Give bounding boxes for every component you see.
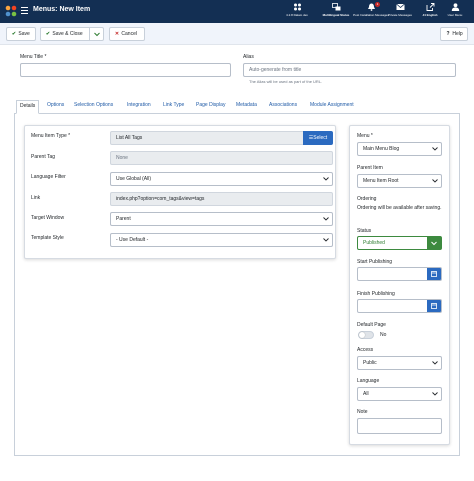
notification-badge: 1 xyxy=(375,2,380,7)
user-icon xyxy=(451,3,459,11)
header-item-user[interactable]: User Menu xyxy=(436,3,474,21)
select-button[interactable]: ☰Select xyxy=(303,131,333,145)
template-style-label: Template Style xyxy=(31,235,64,241)
ordering-text: Ordering will be available after saving. xyxy=(357,205,442,211)
chevron-down-icon xyxy=(427,237,441,249)
tab-bar: Details Options Selection Options Integr… xyxy=(14,100,460,114)
close-icon: ✕ xyxy=(114,31,120,37)
target-window-label: Target Window xyxy=(31,215,65,221)
chevron-down-icon xyxy=(432,357,438,369)
external-link-icon xyxy=(426,3,434,11)
tab-integration[interactable]: Integration xyxy=(127,102,151,108)
save-dropdown-toggle[interactable] xyxy=(89,28,103,40)
language-select[interactable]: All xyxy=(357,387,442,401)
menu-toggle-icon[interactable] xyxy=(21,7,28,14)
finish-publishing-input[interactable] xyxy=(357,299,442,313)
menu-title-input[interactable] xyxy=(20,63,231,77)
joomla-logo-icon[interactable] xyxy=(4,4,18,18)
save-close-button[interactable]: ✔ Save & Close xyxy=(40,27,104,41)
link-label: Link xyxy=(31,195,41,201)
language-filter-select[interactable]: Use Global (All) xyxy=(110,172,333,186)
calendar-icon[interactable] xyxy=(427,300,441,312)
menu-item-type-field: List All Tags xyxy=(110,131,304,145)
menu-select[interactable]: Main Menu Blog xyxy=(357,142,442,156)
chevron-down-icon xyxy=(323,173,329,185)
language-icon xyxy=(331,3,340,11)
access-label: Access xyxy=(357,347,374,353)
chevron-down-icon xyxy=(323,234,329,246)
tab-metadata[interactable]: Metadata xyxy=(236,102,257,108)
default-page-value: No xyxy=(380,332,387,338)
language-filter-label: Language Filter xyxy=(31,174,66,180)
help-icon: ? xyxy=(446,31,450,37)
start-publishing-label: Start Publishing xyxy=(357,259,393,265)
header-item-multilingual[interactable]: Multilingual Status xyxy=(317,3,355,21)
parent-item-label: Parent Item xyxy=(357,165,383,171)
toolbar: ✔ Save ✔ Save & Close ✕ Cancel ? Help xyxy=(0,23,474,45)
calendar-icon[interactable] xyxy=(427,268,441,280)
menu-item-type-label: Menu Item Type * xyxy=(31,133,71,139)
chevron-down-icon xyxy=(432,388,438,400)
link-field: index.php?option=com_tags&view=tags xyxy=(110,192,333,206)
envelope-icon xyxy=(395,3,405,10)
chevron-down-icon xyxy=(323,213,329,225)
header-item-version[interactable]: 4.2.8 Dalam dev xyxy=(278,3,316,21)
page-title: Menus: New Item xyxy=(33,6,91,13)
tab-module-assignment[interactable]: Module Assignment xyxy=(310,102,354,108)
tab-link-type[interactable]: Link Type xyxy=(163,102,184,108)
top-header: Menus: New Item 4.2.8 Dalam dev Multilin… xyxy=(0,0,474,23)
menu-title-label: Menu Title * xyxy=(20,54,47,60)
finish-publishing-label: Finish Publishing xyxy=(357,291,395,297)
help-button[interactable]: ? Help xyxy=(440,27,468,41)
parent-item-select[interactable]: Menu Item Root xyxy=(357,174,442,188)
check-icon: ✔ xyxy=(45,31,51,37)
status-label: Status xyxy=(357,228,372,234)
save-button[interactable]: ✔ Save xyxy=(6,27,36,41)
menu-label: Menu * xyxy=(357,133,373,139)
joomla-icon xyxy=(293,3,301,11)
parent-tag-field[interactable]: None xyxy=(110,151,333,165)
target-window-select[interactable]: Parent xyxy=(110,212,333,226)
access-select[interactable]: Public xyxy=(357,356,442,370)
default-page-label: Default Page xyxy=(357,322,386,328)
chevron-down-icon xyxy=(94,32,100,37)
check-icon: ✔ xyxy=(11,31,17,37)
chevron-down-icon xyxy=(432,143,438,155)
alias-hint: The Alias will be used as part of the UR… xyxy=(249,79,323,84)
start-publishing-input[interactable] xyxy=(357,267,442,281)
note-input[interactable] xyxy=(357,418,442,434)
tab-page-display[interactable]: Page Display xyxy=(196,102,225,108)
alias-input[interactable]: Auto-generate from title xyxy=(243,63,456,77)
alias-label: Alias xyxy=(243,54,254,60)
default-page-toggle[interactable] xyxy=(358,331,374,339)
parent-tag-label: Parent Tag xyxy=(31,154,56,160)
tab-options[interactable]: Options xyxy=(47,102,64,108)
chevron-down-icon xyxy=(432,175,438,187)
cancel-button[interactable]: ✕ Cancel xyxy=(109,27,145,41)
status-select[interactable]: Published xyxy=(357,236,442,250)
language-label: Language xyxy=(357,378,380,384)
ordering-label: Ordering xyxy=(357,196,377,202)
tab-associations[interactable]: Associations xyxy=(269,102,297,108)
note-label: Note xyxy=(357,409,368,415)
tab-details[interactable]: Details xyxy=(16,100,40,114)
template-style-select[interactable]: - Use Default - xyxy=(110,233,333,247)
tab-selection-options[interactable]: Selection Options xyxy=(74,102,113,108)
